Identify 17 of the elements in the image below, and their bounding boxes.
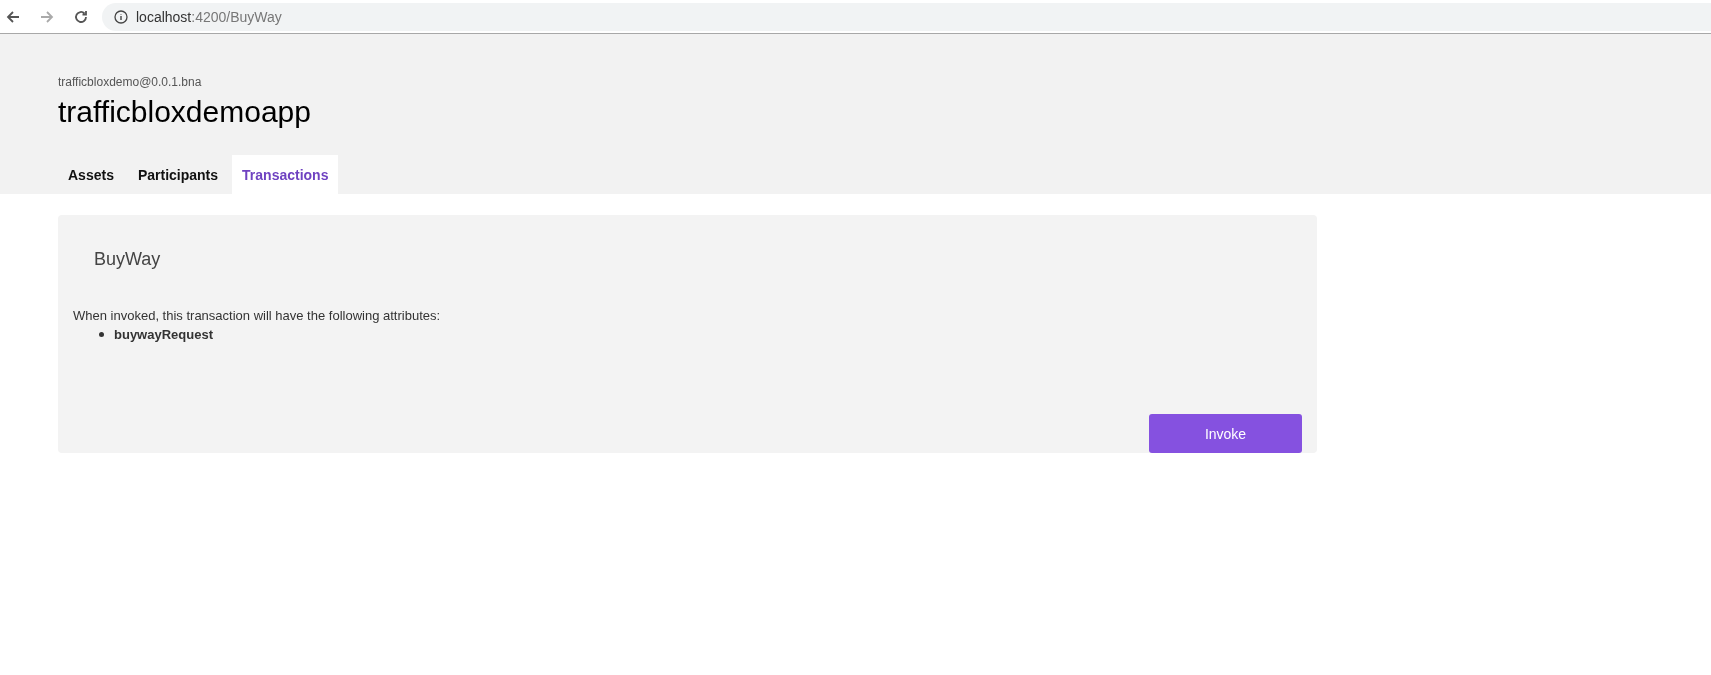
nav-tab[interactable]: Assets xyxy=(58,155,124,194)
reload-icon xyxy=(74,9,88,24)
transaction-title: BuyWay xyxy=(94,249,162,270)
attribute-name: buywayRequest xyxy=(114,327,213,342)
description-text: When invoked, this transaction will have the following attributes: xyxy=(73,308,442,323)
forward-arrow-icon xyxy=(40,9,54,24)
nav-tab[interactable]: Participants xyxy=(127,155,229,194)
info-icon xyxy=(114,9,128,24)
back-arrow-icon xyxy=(6,9,20,24)
url-host: localhost xyxy=(136,8,192,25)
package-name: trafficbloxdemo@0.0.1.bna xyxy=(58,75,203,89)
url-path: :4200/BuyWay xyxy=(191,8,282,25)
invoke-button[interactable]: Invoke xyxy=(1149,414,1302,453)
address-bar[interactable]: localhost:4200/BuyWay xyxy=(102,2,1711,31)
bullet-icon xyxy=(99,332,104,337)
nav-tab[interactable]: Transactions xyxy=(232,155,339,194)
app-title: trafficbloxdemoapp xyxy=(58,95,312,129)
